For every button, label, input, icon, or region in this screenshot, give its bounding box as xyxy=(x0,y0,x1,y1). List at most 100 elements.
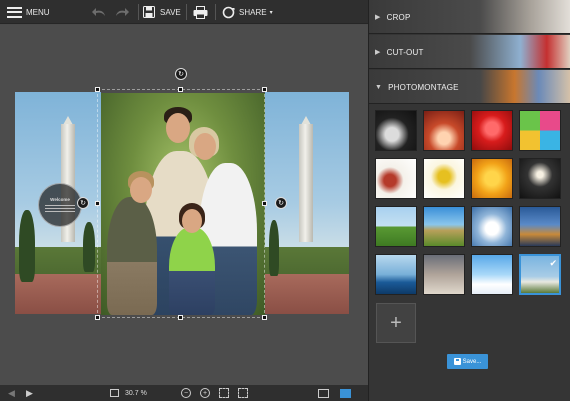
template-thumbnail[interactable] xyxy=(471,206,513,247)
template-thumbnail[interactable] xyxy=(423,158,465,199)
welcome-title: Welcome xyxy=(50,197,70,202)
rotate-left-photo-button[interactable]: ↻ xyxy=(77,197,89,209)
section-label: CROP xyxy=(386,12,411,22)
template-thumbnail[interactable] xyxy=(519,110,561,151)
rotate-icon: ↻ xyxy=(278,200,284,207)
dropdown-arrow-icon: ▾ xyxy=(269,9,273,16)
section-photomontage[interactable]: ▼ PHOTOMONTAGE xyxy=(369,70,570,104)
arrow-left-button[interactable]: ◀ xyxy=(8,387,15,399)
share-icon xyxy=(222,6,235,18)
text-line xyxy=(45,211,75,212)
share-label: SHARE xyxy=(239,7,267,17)
boy-figure xyxy=(107,197,157,315)
hamburger-icon xyxy=(7,6,22,18)
menu-label: MENU xyxy=(26,7,50,17)
top-toolbar: MENU SAVE SHARE ▾ xyxy=(0,0,368,24)
add-template-button[interactable]: + xyxy=(376,303,416,343)
template-thumbnail[interactable] xyxy=(423,206,465,247)
arrow-right-button[interactable]: ▶ xyxy=(26,387,33,399)
cypress-tree xyxy=(83,222,95,272)
template-thumbnail[interactable] xyxy=(519,206,561,247)
actual-size-icon xyxy=(238,388,248,398)
zoom-in-button[interactable]: + xyxy=(200,387,210,399)
toolbar-divider xyxy=(138,4,139,20)
cypress-tree xyxy=(269,220,279,276)
floppy-disk-icon xyxy=(453,358,461,365)
section-cut-out[interactable]: ▶ CUT-OUT xyxy=(369,35,570,69)
template-thumbnail[interactable] xyxy=(375,254,417,295)
template-thumbnail[interactable] xyxy=(471,158,513,199)
menu-button[interactable]: MENU xyxy=(7,0,50,24)
minaret xyxy=(299,124,313,242)
template-thumbnail[interactable] xyxy=(471,110,513,151)
section-label: PHOTOMONTAGE xyxy=(388,82,459,92)
rotate-right-photo-button[interactable]: ↻ xyxy=(275,197,287,209)
panel-icon xyxy=(340,388,351,398)
toolbar-divider xyxy=(215,4,216,20)
cypress-tree xyxy=(19,210,35,282)
girl-head xyxy=(182,209,202,233)
resize-handle-top-right[interactable] xyxy=(262,87,267,92)
actual-size-button[interactable] xyxy=(238,387,248,399)
expand-arrow-icon: ▶ xyxy=(375,14,381,21)
zoom-out-button[interactable]: − xyxy=(181,387,191,399)
resize-handle-top[interactable] xyxy=(178,87,183,92)
save-montage-button[interactable]: Save... xyxy=(447,354,488,369)
view-mode-button[interactable] xyxy=(318,387,329,399)
save-label: SAVE xyxy=(160,7,181,17)
image-icon xyxy=(110,389,119,397)
template-thumbnail[interactable] xyxy=(423,254,465,295)
bottom-toolbar: ◀ ▶ 30.7 % − + xyxy=(0,385,368,401)
template-thumbnail-selected[interactable]: ✔ xyxy=(519,254,561,295)
fit-screen-icon xyxy=(219,388,229,398)
welcome-overlay: Welcome xyxy=(38,183,82,227)
print-button[interactable] xyxy=(193,0,208,24)
rotate-icon: ↻ xyxy=(178,71,184,78)
toolbar-divider xyxy=(186,4,187,20)
arrow-left-icon: ◀ xyxy=(8,387,15,398)
template-thumbnail[interactable] xyxy=(423,110,465,151)
father-head xyxy=(166,113,190,143)
plus-icon: + xyxy=(390,311,402,334)
section-crop[interactable]: ▶ CROP xyxy=(369,0,570,34)
checkmark-icon: ✔ xyxy=(549,258,557,268)
text-line xyxy=(45,205,75,206)
save-button-label: Save... xyxy=(462,358,482,365)
arrow-right-icon: ▶ xyxy=(26,387,33,398)
monitor-icon xyxy=(318,388,329,398)
template-thumbnail[interactable] xyxy=(375,110,417,151)
resize-handle-bottom[interactable] xyxy=(178,315,183,320)
mother-head xyxy=(194,133,216,160)
zoom-out-icon: − xyxy=(181,388,191,398)
resize-handle-bottom-right[interactable] xyxy=(262,315,267,320)
template-thumbnail[interactable] xyxy=(519,158,561,199)
boy-head xyxy=(130,177,152,203)
section-label: CUT-OUT xyxy=(386,47,424,57)
zoom-in-icon: + xyxy=(200,388,210,398)
rotate-icon: ↻ xyxy=(80,200,86,207)
resize-handle-bottom-left[interactable] xyxy=(95,315,100,320)
template-thumbnail[interactable] xyxy=(375,206,417,247)
redo-button[interactable] xyxy=(114,0,129,24)
share-button[interactable]: SHARE ▾ xyxy=(222,0,273,24)
template-thumbnail[interactable] xyxy=(375,158,417,199)
template-thumbnail[interactable] xyxy=(471,254,513,295)
rotate-handle[interactable]: ↻ xyxy=(175,68,187,80)
print-icon xyxy=(193,5,208,19)
resize-handle-top-left[interactable] xyxy=(95,87,100,92)
collapse-arrow-icon: ▼ xyxy=(375,83,383,91)
resize-handle-left[interactable] xyxy=(95,201,100,206)
resize-handle-right[interactable] xyxy=(262,201,267,206)
panel-toggle-button[interactable] xyxy=(340,387,351,399)
undo-button[interactable] xyxy=(92,0,107,24)
undo-icon xyxy=(92,8,105,16)
text-line xyxy=(45,208,75,209)
family-photo[interactable] xyxy=(101,93,265,315)
expand-arrow-icon: ▶ xyxy=(375,49,381,56)
editing-canvas[interactable]: Welcome ↻ ↻ ↻ xyxy=(0,25,368,385)
girl-figure xyxy=(169,227,215,315)
redo-icon xyxy=(116,8,129,16)
save-toolbar-button[interactable]: SAVE xyxy=(143,0,181,24)
image-size-indicator xyxy=(110,387,119,399)
fit-screen-button[interactable] xyxy=(219,387,229,399)
